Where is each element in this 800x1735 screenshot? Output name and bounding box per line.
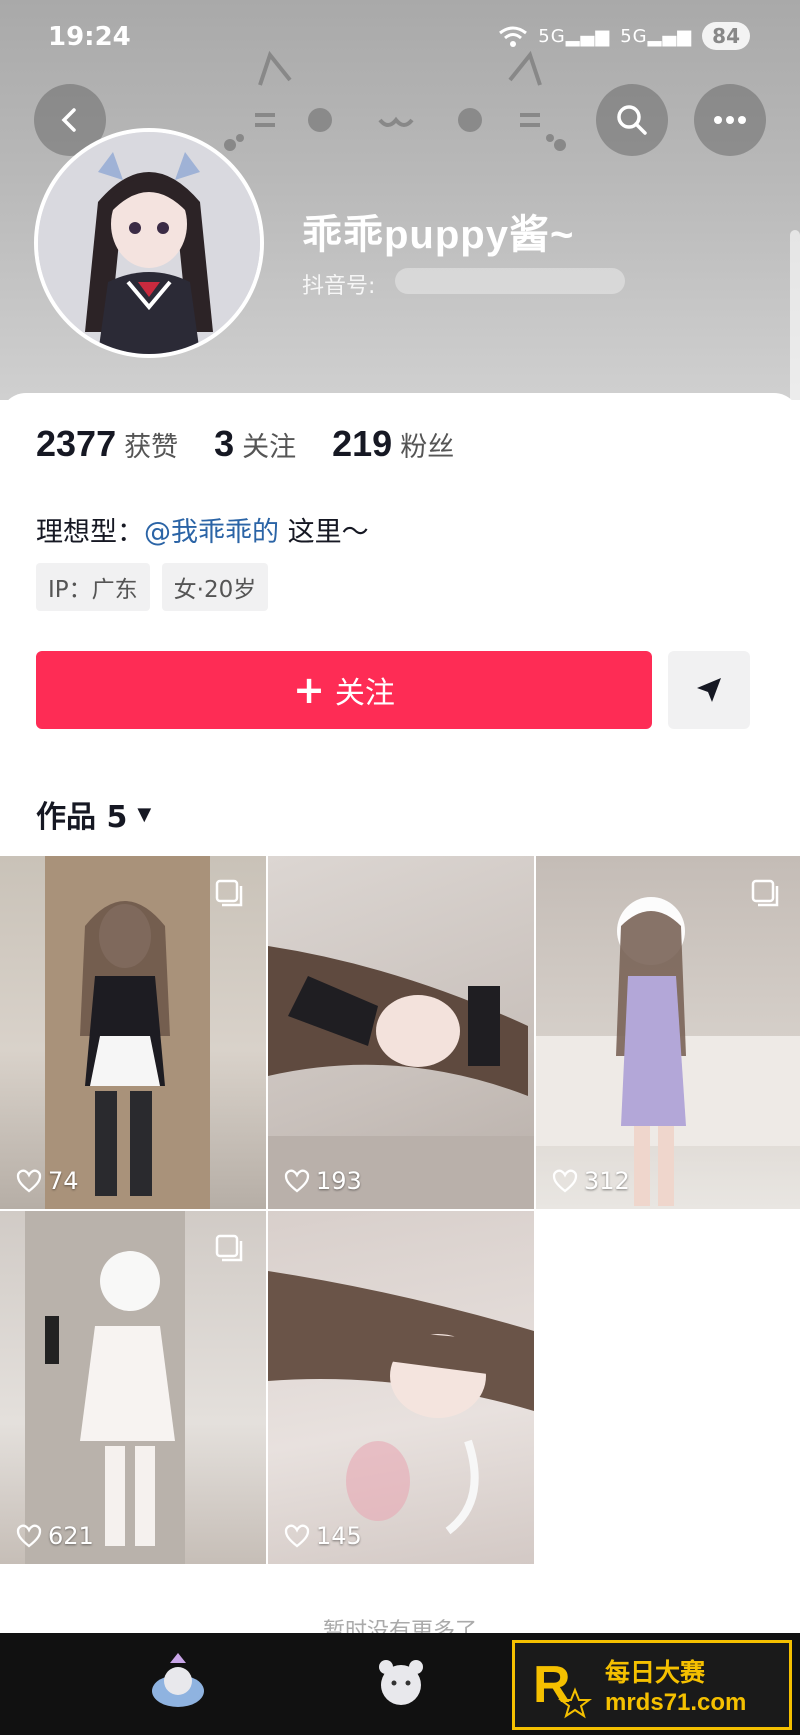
like-count-value: 621 bbox=[48, 1522, 94, 1550]
watermark-text: 每日大赛 mrds71.com bbox=[605, 1653, 746, 1717]
svg-text:R: R bbox=[533, 1656, 571, 1714]
video-thumbnail[interactable]: 74 bbox=[0, 856, 266, 1209]
watermark-badge: R 每日大赛 mrds71.com bbox=[512, 1640, 792, 1730]
like-count: 193 bbox=[284, 1167, 362, 1195]
signal-icon-1: 5G▂▄▆ bbox=[538, 25, 611, 47]
profile-name: 乖乖puppy酱~ bbox=[302, 213, 575, 257]
thumbnail-image bbox=[536, 897, 800, 1206]
bio-suffix: 这里～ bbox=[279, 517, 369, 548]
status-time: 19:24 bbox=[48, 22, 131, 52]
cat-face-decoration bbox=[224, 50, 566, 151]
profile-tags: IP：广东 女·20岁 bbox=[36, 563, 269, 611]
chevron-left-icon bbox=[61, 108, 76, 132]
bear-face-icon[interactable] bbox=[376, 1653, 426, 1709]
status-icons: 5G▂▄▆ 5G▂▄▆ 84 bbox=[498, 22, 750, 50]
profile-header: 19:24 5G▂▄▆ 5G▂▄▆ 84 乖乖puppy酱~ 抖音号: bbox=[0, 0, 800, 400]
search-icon bbox=[617, 105, 647, 135]
gender-age-tag: 女·20岁 bbox=[161, 563, 269, 611]
thumbnail-image bbox=[45, 856, 210, 1209]
heart-icon bbox=[16, 1524, 42, 1548]
watermark-logo-icon: R bbox=[533, 1656, 592, 1719]
more-icon bbox=[714, 116, 746, 124]
works-tab-label: 作品 5 bbox=[36, 800, 128, 835]
like-count-value: 193 bbox=[316, 1167, 362, 1195]
like-count: 74 bbox=[16, 1167, 79, 1195]
ip-location-tag: IP：广东 bbox=[36, 563, 150, 611]
stat-value: 3 bbox=[214, 423, 235, 464]
sleeping-bear-icon[interactable] bbox=[148, 1653, 208, 1713]
stat-label: 关注 bbox=[242, 432, 297, 463]
stats-row: 2377 获赞 3 关注 219 粉丝 bbox=[36, 423, 490, 465]
heart-icon bbox=[552, 1169, 578, 1193]
wifi-icon bbox=[499, 26, 528, 47]
stat-label: 粉丝 bbox=[400, 432, 455, 463]
plus-icon: + bbox=[293, 668, 325, 712]
multi-image-icon bbox=[215, 879, 243, 907]
thumbnail-image bbox=[25, 1211, 185, 1564]
follow-button[interactable]: + 关注 bbox=[36, 651, 652, 729]
search-button[interactable] bbox=[596, 84, 668, 156]
send-icon bbox=[697, 678, 721, 702]
multi-image-icon bbox=[215, 1234, 243, 1262]
like-count-value: 145 bbox=[316, 1522, 362, 1550]
multi-image-icon bbox=[751, 879, 779, 907]
heart-icon bbox=[284, 1169, 310, 1193]
share-button[interactable] bbox=[668, 651, 750, 729]
video-thumbnail[interactable]: 621 bbox=[0, 1211, 266, 1564]
video-thumbnail[interactable]: 193 bbox=[268, 856, 534, 1209]
like-count: 145 bbox=[284, 1522, 362, 1550]
signal-icon-2: 5G▂▄▆ bbox=[620, 25, 693, 47]
bio: 理想型：@我乖乖的 这里～ bbox=[36, 510, 369, 549]
stat-value: 219 bbox=[332, 423, 393, 464]
watermark-title: 每日大赛 bbox=[605, 1658, 706, 1687]
avatar-illustration bbox=[38, 132, 260, 354]
like-count-value: 312 bbox=[584, 1167, 630, 1195]
thumbnail-image bbox=[268, 946, 534, 1209]
heart-icon bbox=[284, 1524, 310, 1548]
avatar[interactable] bbox=[34, 128, 264, 358]
like-count-value: 74 bbox=[48, 1167, 79, 1195]
video-thumbnail[interactable]: 145 bbox=[268, 1211, 534, 1564]
stat-likes[interactable]: 2377 获赞 bbox=[36, 423, 178, 465]
caret-down-icon: ▼ bbox=[137, 803, 152, 825]
like-count: 312 bbox=[552, 1167, 630, 1195]
like-count: 621 bbox=[16, 1522, 94, 1550]
stat-following[interactable]: 3 关注 bbox=[214, 423, 296, 465]
bio-mention-link[interactable]: @我乖乖的 bbox=[144, 517, 279, 548]
douyin-id-redacted bbox=[395, 268, 625, 294]
video-thumbnail[interactable]: 312 bbox=[536, 856, 800, 1209]
tab-works[interactable]: 作品 5 ▼ bbox=[36, 792, 151, 836]
battery-indicator: 84 bbox=[702, 22, 750, 50]
watermark-url: mrds71.com bbox=[605, 1689, 747, 1716]
thumbnail-image bbox=[268, 1271, 534, 1535]
bio-prefix: 理想型： bbox=[36, 517, 144, 548]
more-button[interactable] bbox=[694, 84, 766, 156]
douyin-id-label: 抖音号: bbox=[302, 274, 376, 299]
profile-card: 2377 获赞 3 关注 219 粉丝 理想型：@我乖乖的 这里～ IP：广东 … bbox=[0, 393, 800, 1644]
stat-label: 获赞 bbox=[124, 432, 179, 463]
follow-label: 关注 bbox=[334, 676, 395, 711]
heart-icon bbox=[16, 1169, 42, 1193]
stat-value: 2377 bbox=[36, 423, 117, 464]
stat-followers[interactable]: 219 粉丝 bbox=[332, 423, 454, 465]
